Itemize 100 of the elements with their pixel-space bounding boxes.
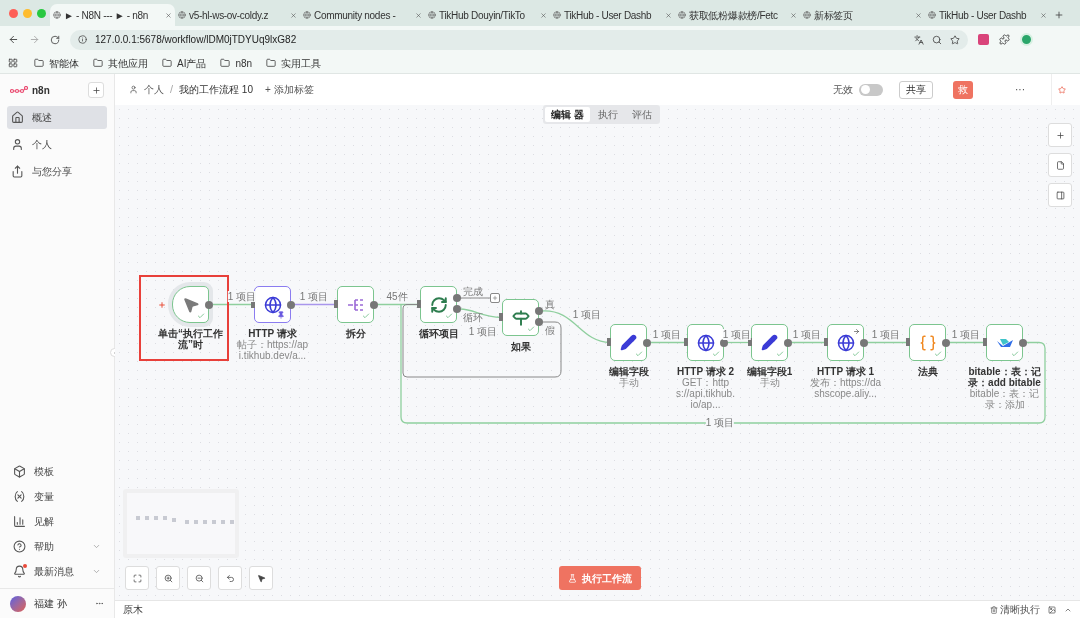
close-icon[interactable] xyxy=(415,11,422,19)
view-tab[interactable]: 执行 xyxy=(591,107,624,122)
view-tab[interactable]: 评估 xyxy=(625,107,658,122)
image-icon[interactable] xyxy=(1048,605,1056,614)
close-icon[interactable] xyxy=(165,11,172,19)
panel-button[interactable] xyxy=(1048,183,1072,207)
workflow-node[interactable] xyxy=(337,286,374,323)
workflow-node[interactable] xyxy=(909,324,946,361)
browser-tab[interactable]: Community nodes - xyxy=(300,4,425,26)
close-icon[interactable] xyxy=(915,11,922,19)
input-handle[interactable] xyxy=(417,300,421,308)
node-subtitle: 发布：https://dashscope.aliy... xyxy=(809,377,882,399)
bookmark[interactable]: 智能体 xyxy=(34,55,79,71)
nav-item[interactable]: 见解 xyxy=(7,511,107,532)
nav-item[interactable]: 变量 xyxy=(7,486,107,507)
browser-tab[interactable]: v5-hl-ws-ov-coldy.z xyxy=(175,4,300,26)
avatar[interactable] xyxy=(10,595,26,612)
input-handle[interactable] xyxy=(906,338,910,346)
bookmark[interactable]: 其他应用 xyxy=(93,55,148,71)
active-toggle[interactable] xyxy=(859,83,883,96)
add-tag-link[interactable]: + 添加标签 xyxy=(264,82,314,97)
profile-icon[interactable] xyxy=(1020,33,1033,46)
nav-item[interactable]: 最新消息 xyxy=(7,561,107,582)
nav-item[interactable]: 与您分享 xyxy=(7,160,107,183)
zoom-out-button[interactable] xyxy=(187,566,211,590)
browser-tab[interactable]: TikHub - User Dashb xyxy=(925,4,1050,26)
output-handle[interactable] xyxy=(370,300,378,309)
workflow-node[interactable] xyxy=(751,324,788,361)
star-icon[interactable] xyxy=(1058,85,1066,94)
back-icon[interactable] xyxy=(8,34,19,45)
workflow-node[interactable] xyxy=(986,324,1023,361)
bookmark[interactable]: AI产品 xyxy=(162,55,207,71)
zoom-in-button[interactable] xyxy=(156,566,180,590)
apps-icon[interactable] xyxy=(8,58,18,68)
add-button[interactable] xyxy=(88,82,104,98)
output-handle[interactable] xyxy=(720,338,728,347)
edge-label: 1 项目 xyxy=(871,329,901,340)
close-icon[interactable] xyxy=(790,11,797,19)
input-handle[interactable] xyxy=(748,338,752,346)
workflow-node[interactable] xyxy=(420,286,457,323)
workflow-name[interactable]: 我的工作流程 10 xyxy=(179,82,253,97)
nav-item[interactable]: 帮助 xyxy=(7,536,107,557)
close-icon[interactable] xyxy=(1040,11,1047,19)
logs-label[interactable]: 原木 xyxy=(123,602,982,617)
workflow-node[interactable] xyxy=(687,324,724,361)
input-handle[interactable] xyxy=(334,300,338,308)
nav-item[interactable]: 个人 xyxy=(7,133,107,156)
add-node-button[interactable] xyxy=(490,293,500,303)
close-icon[interactable] xyxy=(540,11,547,19)
bookmark-star-icon[interactable] xyxy=(950,34,960,45)
clear-execution-button[interactable]: 清晰执行 xyxy=(990,602,1040,617)
nav-item[interactable]: 概述 xyxy=(7,106,107,129)
extension-icon[interactable] xyxy=(978,34,989,45)
input-handle[interactable] xyxy=(684,338,688,346)
address-field[interactable]: 127.0.0.1:5678/workflow/lDM0jTDYUq9lxG82 xyxy=(70,29,968,50)
output-handle[interactable] xyxy=(784,338,792,347)
zoom-icon[interactable] xyxy=(932,34,942,45)
browser-tab[interactable]: TikHub - User Dashb xyxy=(550,4,675,26)
output-handle[interactable] xyxy=(942,338,950,347)
more-icon[interactable] xyxy=(95,599,104,608)
node-title: 如果 xyxy=(510,341,531,352)
cursor-icon xyxy=(256,573,266,583)
workflow-node[interactable] xyxy=(502,299,539,336)
input-handle[interactable] xyxy=(983,338,987,346)
bookmark[interactable]: n8n xyxy=(220,55,253,71)
new-tab-icon[interactable] xyxy=(1054,10,1064,20)
input-handle[interactable] xyxy=(824,338,828,346)
browser-tab[interactable]: ► - N8N --- ► - n8n xyxy=(50,4,175,26)
browser-tab[interactable]: TikHub Douyin/TikTo xyxy=(425,4,550,26)
output-handle[interactable] xyxy=(287,300,295,309)
check-icon xyxy=(362,312,370,320)
output-handle[interactable] xyxy=(643,338,651,347)
bookmark[interactable]: 实用工具 xyxy=(266,55,322,71)
translate-icon[interactable] xyxy=(914,34,924,45)
workflow-node[interactable] xyxy=(254,286,291,323)
close-icon[interactable] xyxy=(665,11,672,19)
puzzle-icon[interactable] xyxy=(999,34,1010,45)
output-handle[interactable] xyxy=(1019,338,1027,347)
notes-button[interactable] xyxy=(1048,153,1072,177)
workflow-node[interactable] xyxy=(827,324,864,361)
workflow-node[interactable] xyxy=(610,324,647,361)
nav-item[interactable]: 模板 xyxy=(7,461,107,482)
input-handle[interactable] xyxy=(607,338,611,346)
select-button[interactable] xyxy=(249,566,273,590)
close-icon[interactable] xyxy=(290,11,297,19)
check-icon xyxy=(852,350,860,358)
browser-tab[interactable]: 新标签页 xyxy=(800,4,925,26)
output-handle[interactable] xyxy=(860,338,868,347)
browser-tab[interactable]: 获取低粉爆款榜/Fetc xyxy=(675,4,800,26)
node-subtitle: bitable：表：记录：添加 xyxy=(968,388,1041,410)
view-tab[interactable]: 编辑 器 xyxy=(545,107,590,122)
output-handle[interactable] xyxy=(205,300,213,309)
input-handle[interactable] xyxy=(251,300,255,308)
more-button[interactable]: ··· xyxy=(1015,82,1025,97)
breadcrumb-link[interactable]: 个人 xyxy=(144,82,164,97)
input-handle[interactable] xyxy=(499,313,503,321)
undo-button[interactable] xyxy=(218,566,242,590)
share-button[interactable]: 共享 xyxy=(899,80,933,99)
tab-title: 获取低粉爆款榜/Fetc xyxy=(689,8,779,23)
reload-icon[interactable] xyxy=(50,34,60,45)
